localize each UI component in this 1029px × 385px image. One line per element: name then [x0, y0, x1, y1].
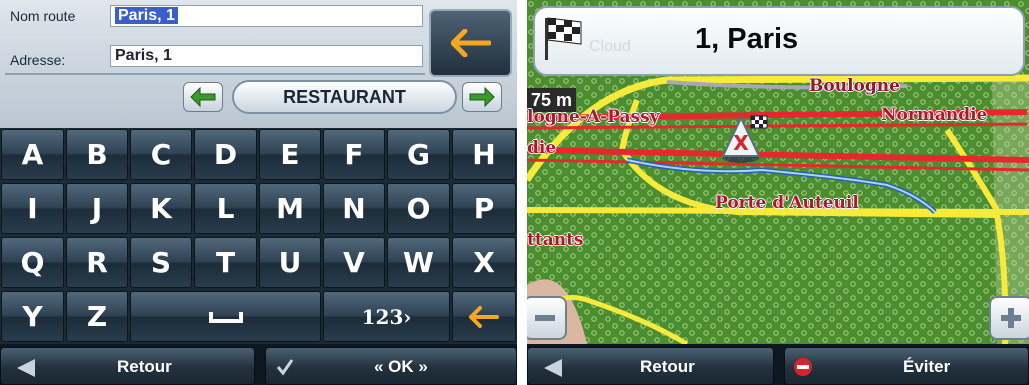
key-e[interactable]: E	[259, 129, 321, 180]
plus-icon	[1001, 308, 1021, 328]
retour-label: Retour	[117, 357, 172, 376]
numbers-key[interactable]: 123›	[323, 291, 450, 342]
zoom-in-button[interactable]	[989, 296, 1029, 340]
category-prev-button[interactable]	[183, 82, 223, 112]
key-g[interactable]: G	[387, 129, 450, 180]
route-name-text: Paris, 1	[115, 7, 178, 24]
route-form: Nom route Paris, 1 Adresse: Paris, 1 RES…	[0, 0, 517, 128]
address-label: Adresse:	[10, 52, 66, 68]
right-arrow-icon	[469, 87, 495, 107]
backspace-arrow-icon	[469, 305, 499, 328]
key-u[interactable]: U	[259, 237, 321, 288]
key-h[interactable]: H	[452, 129, 516, 180]
destination-header[interactable]: Cloud 1, Paris	[533, 6, 1025, 76]
eviter-label: Éviter	[903, 357, 951, 376]
map-retour-button[interactable]: Retour	[527, 347, 774, 385]
position-cursor-icon: X	[721, 115, 768, 163]
left-arrow-icon	[190, 87, 216, 107]
category-selector[interactable]: RESTAURANT	[232, 80, 457, 114]
left-arrow-icon	[450, 29, 491, 57]
key-t[interactable]: T	[194, 237, 257, 288]
route-entry-screen: Nom route Paris, 1 Adresse: Paris, 1 RES…	[0, 0, 517, 385]
street-boulogne: Boulogne	[809, 76, 900, 96]
back-triangle-icon	[544, 359, 562, 377]
map-view[interactable]: 75 m Boulogne Normandie logne-A-Passy di…	[527, 0, 1029, 344]
key-k[interactable]: K	[130, 183, 192, 234]
key-s[interactable]: S	[130, 237, 192, 288]
ok-label: « OK »	[374, 357, 428, 376]
route-name-field[interactable]: Paris, 1	[110, 5, 423, 27]
key-o[interactable]: O	[387, 183, 450, 234]
eviter-button[interactable]: Éviter	[784, 347, 1029, 385]
ok-button[interactable]: « OK »	[265, 347, 517, 385]
zoom-out-button[interactable]	[527, 296, 567, 340]
backspace-key[interactable]	[452, 291, 516, 342]
left-bottom-bar: Retour « OK »	[0, 344, 517, 385]
space-bar-icon	[208, 311, 243, 323]
key-x[interactable]: X	[452, 237, 516, 288]
key-v[interactable]: V	[323, 237, 385, 288]
address-text: Paris, 1	[115, 47, 172, 64]
key-y[interactable]: Y	[1, 291, 64, 342]
key-i[interactable]: I	[1, 183, 64, 234]
checkmark-icon	[276, 359, 294, 376]
key-b[interactable]: B	[66, 129, 128, 180]
space-key[interactable]	[130, 291, 321, 342]
header-ghost-text: Cloud	[589, 38, 631, 55]
key-m[interactable]: M	[259, 183, 321, 234]
street-passy: logne-A-Passy	[527, 107, 660, 127]
key-p[interactable]: P	[452, 183, 516, 234]
minus-icon	[535, 315, 555, 321]
back-triangle-icon	[17, 359, 35, 377]
key-d[interactable]: D	[194, 129, 257, 180]
street-ttants: ttants	[527, 230, 584, 250]
onscreen-keyboard: A B C D E F G H I J K L M N O P Q R S T …	[0, 128, 517, 343]
destination-title: 1, Paris	[695, 23, 799, 55]
key-j[interactable]: J	[66, 183, 128, 234]
key-r[interactable]: R	[66, 237, 128, 288]
key-l[interactable]: L	[194, 183, 257, 234]
key-q[interactable]: Q	[1, 237, 64, 288]
address-field[interactable]: Paris, 1	[110, 45, 423, 67]
right-bottom-bar: Retour Éviter	[527, 344, 1029, 385]
key-z[interactable]: Z	[66, 291, 128, 342]
route-name-label: Nom route	[10, 8, 76, 24]
map-retour-label: Retour	[640, 357, 695, 376]
checkered-flag-icon	[545, 17, 582, 60]
no-entry-icon	[794, 358, 812, 376]
street-die: die	[527, 138, 557, 158]
street-normandie: Normandie	[881, 105, 988, 125]
key-n[interactable]: N	[323, 183, 385, 234]
key-f[interactable]: F	[323, 129, 385, 180]
map-screen: 75 m Boulogne Normandie logne-A-Passy di…	[527, 0, 1029, 385]
route-back-button[interactable]	[429, 9, 512, 77]
key-c[interactable]: C	[130, 129, 192, 180]
key-w[interactable]: W	[387, 237, 450, 288]
street-porte-auteuil: Porte d'Auteuil	[715, 193, 859, 213]
svg-text:X: X	[733, 131, 749, 155]
retour-button[interactable]: Retour	[0, 347, 255, 385]
key-a[interactable]: A	[1, 129, 64, 180]
form-divider	[5, 73, 425, 75]
category-next-button[interactable]	[462, 82, 502, 112]
